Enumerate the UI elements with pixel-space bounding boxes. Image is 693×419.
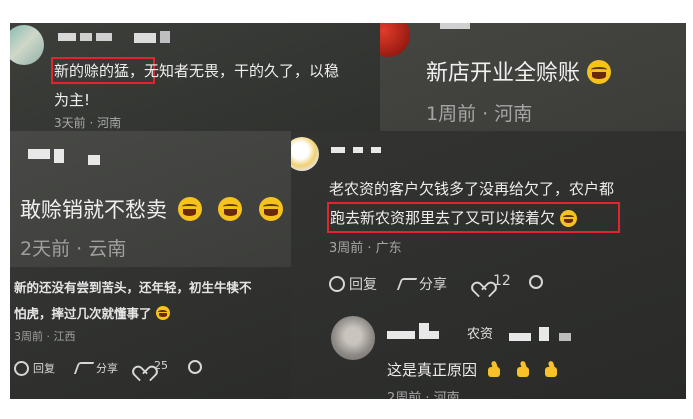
comment-text-line1: 老农资的客户欠钱多了没再给欠了，农户都 (329, 180, 615, 198)
avatar[interactable] (10, 25, 44, 65)
username-pixelated (440, 23, 470, 29)
dislike-button[interactable] (529, 275, 543, 289)
comment-meta: 1周前 · 河南 (426, 103, 533, 125)
comment-icon (329, 276, 345, 292)
laughing-tears-emoji (218, 197, 243, 221)
comment-text-line1: 新的还没有尝到苦头，还年轻，初生牛犊不 (14, 280, 252, 295)
comment-text-line2: 怕虎，摔过几次就懂事了 (14, 303, 170, 322)
dislike-icon (529, 275, 543, 289)
like-button[interactable]: 12 (475, 273, 511, 289)
share-button[interactable]: 分享 (396, 274, 447, 294)
comment-text-line2: 跑去新农资那里去了又可以接着欠 (330, 207, 577, 228)
dislike-icon (188, 360, 202, 374)
laughing-tears-emoji (155, 306, 170, 320)
thumbs-up-emoji (542, 360, 560, 378)
laughing-tears-emoji (177, 197, 202, 221)
comment-card-4: 新的还没有尝到苦头，还年轻，初生牛犊不 怕虎，摔过几次就懂事了 3周前 · 江西… (10, 267, 291, 399)
heart-icon (475, 275, 489, 288)
avatar[interactable] (291, 137, 319, 171)
share-icon (73, 362, 95, 374)
reply-meta: 2周前 · 河南 (387, 391, 460, 399)
reply-avatar[interactable] (331, 316, 375, 360)
reply-button[interactable]: 回复 (14, 360, 55, 376)
laughing-tears-emoji (559, 210, 577, 227)
comment-meta: 3周前 · 江西 (14, 330, 76, 343)
share-button[interactable]: 分享 (73, 360, 118, 376)
laughing-tears-emoji (587, 60, 612, 84)
thumbs-up-emoji (514, 360, 532, 378)
reply-text: 这是真正原因 (387, 359, 563, 380)
comment-text-rest: 无知者无畏，干的久了，以稳 (144, 62, 340, 80)
heart-icon (136, 359, 150, 372)
like-button[interactable]: 25 (136, 359, 168, 372)
laughing-tears-emoji (259, 197, 284, 221)
comment-icon (14, 360, 29, 376)
avatar[interactable] (380, 23, 410, 57)
comment-card-3: 敢赊销就不愁卖 2天前 · 云南 (10, 131, 291, 267)
comment-meta: 3周前 · 广东 (329, 241, 402, 256)
comment-card-1: 新的赊的猛，无知者无畏，干的久了，以稳 为主! 3天前 · 河南 (10, 23, 380, 131)
thumbs-up-emoji (485, 360, 503, 378)
comment-meta: 3天前 · 河南 (54, 116, 122, 130)
dislike-button[interactable] (188, 360, 202, 374)
comment-text-highlighted: 新的赊的猛， (54, 62, 145, 80)
comment-text: 敢赊销就不愁卖 (20, 194, 284, 224)
reply-button[interactable]: 回复 (329, 274, 377, 294)
share-icon (396, 278, 418, 290)
comment-meta: 2天前 · 云南 (20, 238, 127, 260)
comment-card-2: 新店开业全赊账 1周前 · 河南 (380, 23, 686, 131)
comment-card-5: 老农资的客户欠钱多了没再给欠了，农户都 跑去新农资那里去了又可以接着欠 3周前 … (291, 131, 686, 399)
comment-text-line2: 为主! (54, 91, 91, 109)
comment-text: 新的赊的猛，无知者无畏，干的久了，以稳 (54, 60, 339, 81)
comment-text: 新店开业全赊账 (426, 55, 612, 87)
